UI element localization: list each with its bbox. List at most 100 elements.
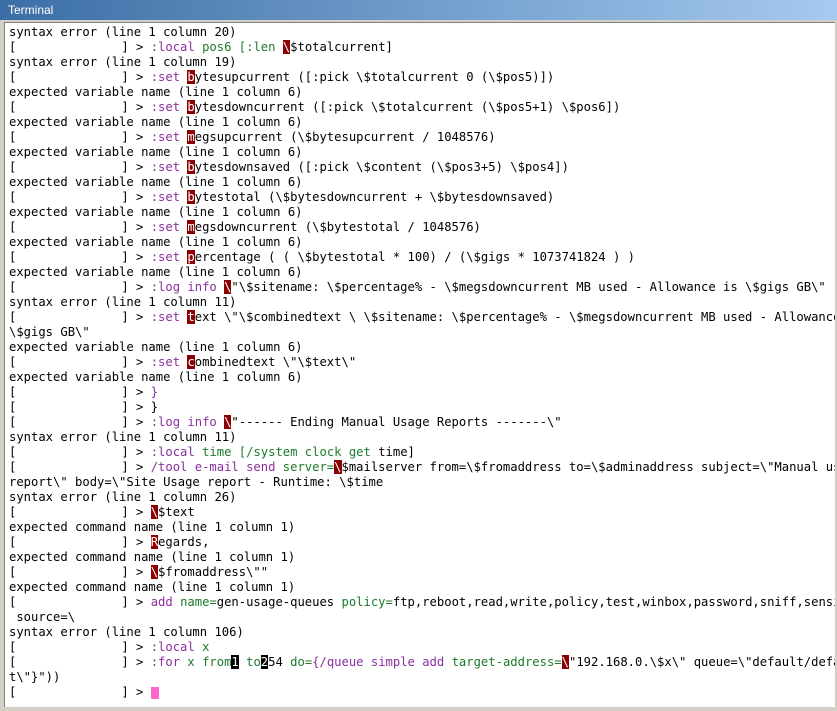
prompt-bracket-open: [ (9, 655, 17, 669)
command-text: "192.168.0.\$x\" queue=\"default/defaul (568, 655, 835, 669)
prompt-bracket-open: [ (9, 640, 17, 654)
command-text: "\$sitename: \$percentage% - \$megsdownc… (231, 280, 826, 294)
command-text: pos6 [:len (202, 40, 283, 54)
output-line: expected command name (line 1 column 1) (9, 580, 296, 594)
command-text: ytesupcurrent ([:pick \$totalcurrent 0 (… (194, 70, 555, 84)
command-text: ext \"\$combinedtext \ \$sitename: \$per… (194, 310, 835, 324)
prompt-bracket-open: [ (9, 535, 17, 549)
command-text: :for (150, 655, 188, 669)
prompt-bracket-open: [ (9, 385, 17, 399)
command-text: $totalcurrent] (290, 40, 393, 54)
terminal-lines: syntax error (line 1 column 20) [] > :loc… (9, 25, 835, 700)
error-marker: \ (150, 565, 159, 579)
command-text: :set (150, 100, 188, 114)
command-text: :local (150, 640, 203, 654)
command-text: :set (150, 310, 188, 324)
output-line: expected command name (line 1 column 1) (9, 550, 296, 564)
prompt-bracket-open: [ (9, 415, 17, 429)
terminal-output[interactable]: syntax error (line 1 column 20) [] > :loc… (4, 22, 835, 707)
error-marker: b (187, 100, 195, 114)
output-line: expected variable name (line 1 column 6) (9, 205, 303, 219)
command-text: :set (150, 160, 188, 174)
command-line: [] > Regards, (9, 535, 835, 550)
output-line: expected variable name (line 1 column 6) (9, 175, 303, 189)
title-bar[interactable]: Terminal (0, 0, 837, 20)
command-text: target-address= (451, 655, 562, 669)
prompt-bracket-close: ] > (121, 250, 151, 264)
output-line: expected variable name (line 1 column 6) (9, 235, 303, 249)
command-text: /tool e-mail send (150, 460, 283, 474)
command-text: :set (150, 250, 188, 264)
command-text: add (150, 595, 181, 609)
prompt-bracket-close: ] > (121, 415, 151, 429)
prompt-bracket-close: ] > (121, 160, 151, 174)
command-text: policy= (341, 595, 393, 609)
command-line: [] > :local x (9, 640, 835, 655)
command-text: ytestotal (\$bytesdowncurrent + \$bytesd… (194, 190, 555, 204)
prompt-bracket-open: [ (9, 400, 17, 414)
cursor-caret[interactable] (150, 686, 159, 699)
command-text: x from (187, 655, 232, 669)
command-text: :log info (150, 415, 225, 429)
prompt-bracket-open: [ (9, 595, 17, 609)
output-line: expected command name (line 1 column 1) (9, 520, 296, 534)
output-line: report\" body=\"Site Usage report - Runt… (9, 475, 384, 489)
command-text: ercentage ( ( \$bytestotal * 100) / (\$g… (194, 250, 635, 264)
error-marker: m (187, 220, 195, 234)
output-line: syntax error (line 1 column 20) (9, 25, 237, 39)
output-line: source=\ (9, 610, 76, 624)
prompt-bracket-close: ] > (121, 100, 151, 114)
output-line: syntax error (line 1 column 11) (9, 295, 237, 309)
command-line: [] > :set percentage ( ( \$bytestotal * … (9, 250, 835, 265)
output-line: expected variable name (line 1 column 6) (9, 145, 303, 159)
prompt-bracket-open: [ (9, 460, 17, 474)
command-line: [ ] > :set bytestotal (\$bytesdowncurrent… (9, 190, 835, 205)
command-text: time] (378, 445, 415, 459)
prompt-bracket-open: [ (9, 100, 17, 114)
prompt-bracket-close: ] > (121, 505, 151, 519)
output-line: expected variable name (line 1 column 6) (9, 115, 303, 129)
output-line: \$gigs GB\" (9, 325, 90, 339)
command-line: [] > :for x from1 to254 do={/queue simpl… (9, 655, 835, 670)
command-line: [] > \$text (9, 505, 835, 520)
prompt-bracket-open: [ (9, 220, 17, 234)
command-text: "------ Ending Manual Usage Reports ----… (231, 415, 562, 429)
output-line: expected variable name (line 1 column 6) (9, 265, 303, 279)
command-text: {/queue simple add (312, 655, 452, 669)
prompt-bracket-close: ] > (121, 190, 151, 204)
command-line: [] > :set bytesupcurrent ([:pick \$total… (9, 70, 835, 85)
prompt-bracket-open: [ (9, 355, 17, 369)
command-text: :set (150, 355, 188, 369)
command-text: $text (158, 505, 195, 519)
error-marker: m (187, 130, 195, 144)
command-text: $fromaddress\"" (158, 565, 269, 579)
error-marker: b (187, 190, 195, 204)
error-marker: R (150, 535, 159, 549)
prompt-bracket-open: [ (9, 190, 17, 204)
command-text: ytesdownsaved ([:pick \$content (\$pos3+… (194, 160, 569, 174)
command-text: x (202, 640, 210, 654)
prompt-bracket-close: ] > (121, 310, 151, 324)
error-marker: 1 (231, 655, 239, 669)
terminal-window: Terminal syntax error (line 1 column 20)… (0, 0, 837, 711)
prompt-bracket-open: [ (9, 160, 17, 174)
output-line: expected variable name (line 1 column 6) (9, 370, 303, 384)
error-marker: \ (150, 505, 159, 519)
command-line: [] > \$fromaddress\"" (9, 565, 835, 580)
error-marker: \ (561, 655, 569, 669)
prompt-bracket-close: ] > (121, 535, 151, 549)
command-text: :set (150, 220, 188, 234)
prompt-bracket-close: ] > (121, 565, 151, 579)
prompt-bracket-open: [ (9, 310, 17, 324)
prompt-bracket-close: ] > (121, 355, 151, 369)
command-line: [] > /tool e-mail send server=\$mailserv… (9, 460, 835, 475)
command-text: :set (150, 70, 188, 84)
command-text: :set (150, 190, 188, 204)
command-line: [] > :set text \"\$combinedtext \ \$site… (9, 310, 835, 325)
output-line: syntax error (line 1 column 106) (9, 625, 244, 639)
prompt-bracket-open: [ (9, 130, 17, 144)
output-line: syntax error (line 1 column 19) (9, 55, 237, 69)
active-prompt-line: [] > (9, 685, 835, 700)
window-title: Terminal (8, 3, 54, 17)
output-line: expected variable name (line 1 column 6) (9, 340, 303, 354)
